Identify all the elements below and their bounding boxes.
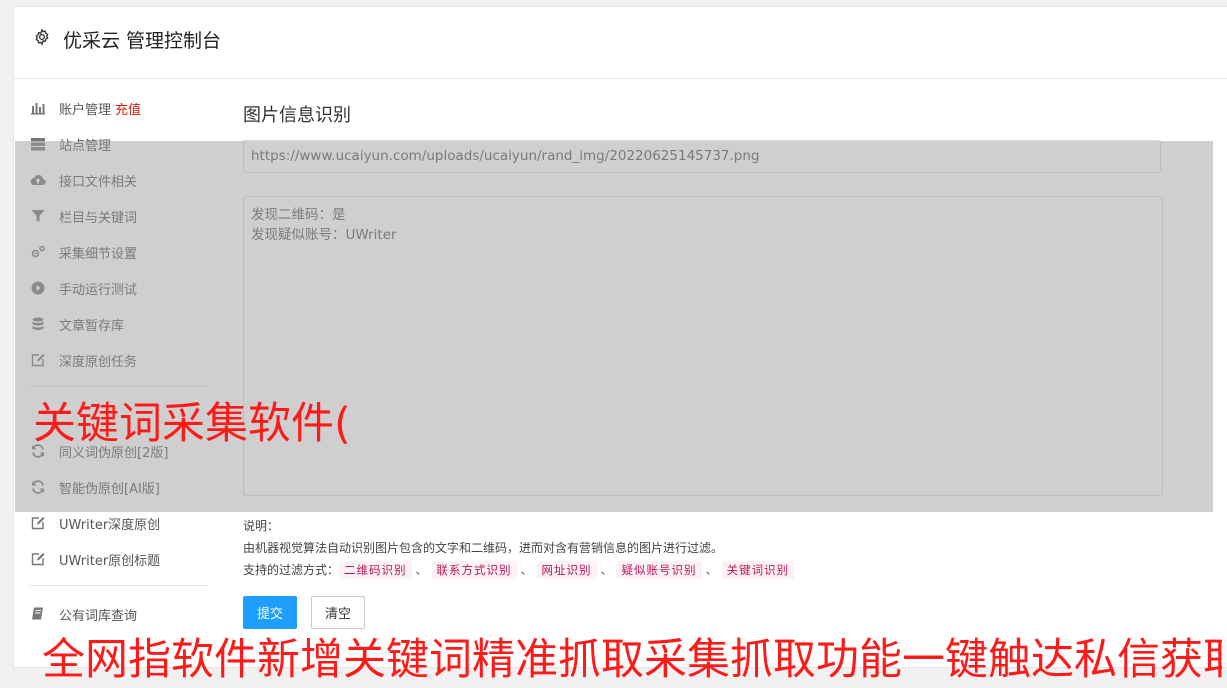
watermark-text: 关键词采集软件( <box>33 399 351 449</box>
filter-separator: 、 <box>415 563 428 577</box>
clear-button[interactable]: 清空 <box>311 596 365 629</box>
filter-label: 支持的过滤方式： <box>243 563 340 577</box>
page-title: 优采云 管理控制台 <box>63 30 222 52</box>
submit-button[interactable]: 提交 <box>243 596 297 629</box>
section-title: 图片信息识别 <box>243 105 351 126</box>
sidebar-item-public-lexicon[interactable]: 公有词库查询 <box>29 596 209 632</box>
gray-overlay <box>15 141 1213 512</box>
watermark-text-bottom: 全网指软件新增关键词精准抓取采集抓取功能一键触达私信获取 <box>42 635 1222 685</box>
sidebar-divider <box>29 585 209 586</box>
sidebar-item-account[interactable]: 账户管理 充值 <box>29 90 209 126</box>
filter-tag-qrcode: 二维码识别 <box>339 561 412 579</box>
gear-icon <box>35 28 49 46</box>
book-icon <box>29 606 47 622</box>
filter-separator: 、 <box>520 563 533 577</box>
edit-icon <box>29 515 47 531</box>
sidebar-item-label: UWriter原创标题 <box>59 553 161 569</box>
description-text: 由机器视觉算法自动识别图片包含的文字和二维码，进而对含有营销信息的图片进行过滤。 <box>243 541 724 555</box>
description-block: 说明： 由机器视觉算法自动识别图片包含的文字和二维码，进而对含有营销信息的图片进… <box>243 515 1163 581</box>
filter-separator: 、 <box>600 563 613 577</box>
bar-chart-icon <box>29 100 47 116</box>
filter-tag-keyword: 关键词识别 <box>721 561 795 579</box>
edit-icon <box>29 551 47 567</box>
page-header: 优采云 管理控制台 <box>14 7 1227 79</box>
filter-separator: 、 <box>705 563 718 577</box>
main-content: 图片信息识别 https://www.ucaiyun.com/uploads/u… <box>243 90 1163 629</box>
sidebar-item-label: 公有词库查询 <box>59 608 138 624</box>
description-label: 说明： <box>243 519 280 533</box>
filter-tag-contact: 联系方式识别 <box>431 561 517 579</box>
filter-tag-url: 网址识别 <box>536 561 597 579</box>
sidebar-item-label: 账户管理 <box>59 102 112 118</box>
filter-tag-account: 疑似账号识别 <box>616 561 702 579</box>
filter-methods: 支持的过滤方式： 二维码识别 、 联系方式识别 、 网址识别 、 疑似账号识别 … <box>243 559 1163 581</box>
sidebar-item-label: UWriter深度原创 <box>59 517 161 533</box>
recharge-link[interactable]: 充值 <box>115 99 141 118</box>
sidebar-item-uwriter-title[interactable]: UWriter原创标题 <box>29 541 209 577</box>
